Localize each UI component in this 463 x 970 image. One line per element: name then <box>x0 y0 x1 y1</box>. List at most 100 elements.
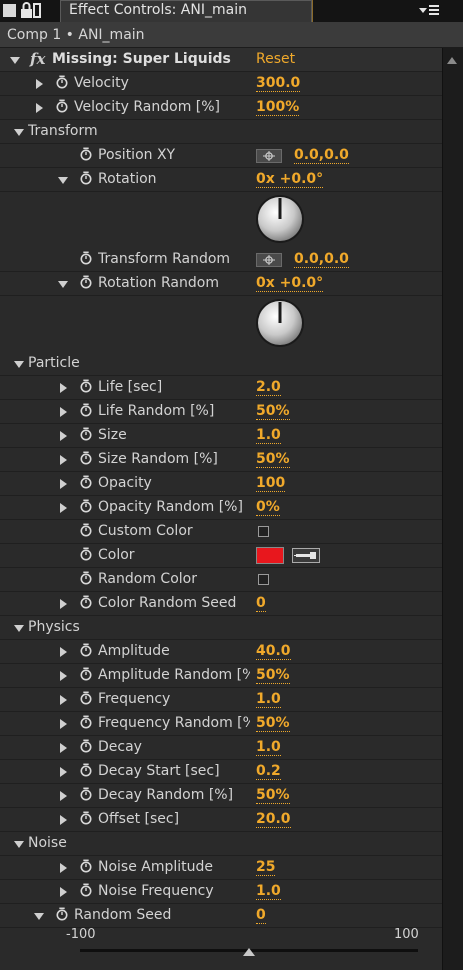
property-row-decay-random[interactable]: Decay Random [%] 50% <box>0 784 442 808</box>
stopwatch-icon[interactable] <box>78 643 94 659</box>
property-value[interactable]: 40.0 <box>256 643 291 660</box>
expand-triangle-icon[interactable] <box>34 79 44 89</box>
property-row-offset-sec[interactable]: Offset [sec] 20.0 <box>0 808 442 832</box>
property-value[interactable]: 0% <box>256 499 280 516</box>
group-expand-triangle-icon[interactable] <box>14 359 24 369</box>
stopwatch-icon[interactable] <box>78 451 94 467</box>
property-row-color-random-seed[interactable]: Color Random Seed 0 <box>0 592 442 616</box>
expand-triangle-icon[interactable] <box>58 455 68 465</box>
expand-triangle-icon[interactable] <box>58 479 68 489</box>
expand-triangle-icon[interactable] <box>58 599 68 609</box>
expand-triangle-icon[interactable] <box>58 791 68 801</box>
property-value[interactable]: 0 <box>256 595 266 612</box>
stopwatch-icon[interactable] <box>78 715 94 731</box>
property-row-opacity-random[interactable]: Opacity Random [%] 0% <box>0 496 442 520</box>
group-row-physics[interactable]: Physics <box>0 616 442 640</box>
property-value[interactable]: 50% <box>256 403 290 420</box>
checkbox[interactable] <box>258 574 269 585</box>
property-value[interactable]: 0x +0.0° <box>256 275 324 292</box>
stopwatch-icon[interactable] <box>78 811 94 827</box>
property-value[interactable]: 0 <box>256 907 266 924</box>
stopwatch-icon[interactable] <box>78 171 94 187</box>
group-expand-triangle-icon[interactable] <box>14 839 24 849</box>
property-row-size[interactable]: Size 1.0 <box>0 424 442 448</box>
property-value[interactable]: 50% <box>256 667 290 684</box>
angle-dial-knob[interactable] <box>253 296 307 350</box>
property-row-life-random[interactable]: Life Random [%] 50% <box>0 400 442 424</box>
expand-triangle-icon[interactable] <box>58 647 68 657</box>
expand-triangle-icon[interactable] <box>58 407 68 417</box>
stopwatch-icon[interactable] <box>54 99 70 115</box>
slider-track[interactable] <box>80 944 438 958</box>
lock-icon[interactable] <box>20 1 42 19</box>
group-expand-triangle-icon[interactable] <box>14 127 24 137</box>
property-row-size-random[interactable]: Size Random [%] 50% <box>0 448 442 472</box>
eyedropper-button[interactable] <box>292 548 320 563</box>
property-row-random-color[interactable]: Random Color <box>0 568 442 592</box>
property-row-random-seed[interactable]: Random Seed 0 <box>0 904 442 928</box>
group-row-transform[interactable]: Transform <box>0 120 442 144</box>
property-value[interactable]: 0x +0.0° <box>256 171 324 188</box>
color-swatch[interactable] <box>256 547 284 564</box>
property-row-amplitude-random[interactable]: Amplitude Random [%] 50% <box>0 664 442 688</box>
property-value[interactable]: 300.0 <box>256 75 301 92</box>
stopwatch-icon[interactable] <box>54 907 70 923</box>
expand-triangle-icon[interactable] <box>58 383 68 393</box>
property-row-color[interactable]: Color <box>0 544 442 568</box>
property-value[interactable]: 50% <box>256 715 290 732</box>
point-target-button[interactable] <box>256 253 282 267</box>
panel-close-box-icon[interactable] <box>2 2 18 18</box>
expand-triangle-icon[interactable] <box>58 671 68 681</box>
stopwatch-icon[interactable] <box>78 763 94 779</box>
property-row-custom-color[interactable]: Custom Color <box>0 520 442 544</box>
stopwatch-icon[interactable] <box>78 691 94 707</box>
property-row-rotation-random[interactable]: Rotation Random 0x +0.0° <box>0 272 442 296</box>
expand-triangle-icon[interactable] <box>58 695 68 705</box>
property-value[interactable]: 50% <box>256 451 290 468</box>
property-value[interactable]: 1.0 <box>256 427 281 444</box>
property-row-frequency-random[interactable]: Frequency Random [%] 50% <box>0 712 442 736</box>
checkbox[interactable] <box>258 526 269 537</box>
property-value[interactable]: 50% <box>256 787 290 804</box>
property-value[interactable]: 100% <box>256 99 300 116</box>
point-value[interactable]: 0.0,0.0 <box>294 251 349 268</box>
property-value[interactable]: 20.0 <box>256 811 291 828</box>
stopwatch-icon[interactable] <box>78 595 94 611</box>
point-target-button[interactable] <box>256 149 282 163</box>
property-value[interactable]: 1.0 <box>256 691 281 708</box>
property-row-velocity-random[interactable]: Velocity Random [%] 100% <box>0 96 442 120</box>
group-row-particle[interactable]: Particle <box>0 352 442 376</box>
property-value[interactable]: 100 <box>256 475 286 492</box>
angle-dial-knob[interactable] <box>253 192 307 246</box>
expand-triangle-icon[interactable] <box>58 431 68 441</box>
stopwatch-icon[interactable] <box>78 275 94 291</box>
group-expand-triangle-icon[interactable] <box>14 623 24 633</box>
stopwatch-icon[interactable] <box>78 739 94 755</box>
stopwatch-icon[interactable] <box>78 251 94 267</box>
effect-header-row[interactable]: fx Missing: Super Liquids Reset <box>0 48 442 72</box>
property-row-amplitude[interactable]: Amplitude 40.0 <box>0 640 442 664</box>
stopwatch-icon[interactable] <box>78 499 94 515</box>
expand-triangle-icon[interactable] <box>58 767 68 777</box>
property-row-noise-amplitude[interactable]: Noise Amplitude 25 <box>0 856 442 880</box>
property-row-decay-start-sec[interactable]: Decay Start [sec] 0.2 <box>0 760 442 784</box>
expand-triangle-icon[interactable] <box>58 863 68 873</box>
property-row-velocity[interactable]: Velocity 300.0 <box>0 72 442 96</box>
property-value[interactable]: 1.0 <box>256 883 281 900</box>
property-row-noise-frequency[interactable]: Noise Frequency 1.0 <box>0 880 442 904</box>
property-row-life-sec[interactable]: Life [sec] 2.0 <box>0 376 442 400</box>
stopwatch-icon[interactable] <box>78 427 94 443</box>
property-row-position-xy[interactable]: Position XY 0.0,0.0 <box>0 144 442 168</box>
collapse-triangle-icon[interactable] <box>34 911 44 921</box>
expand-triangle-icon[interactable] <box>58 815 68 825</box>
tab-effect-controls[interactable]: Effect Controls: ANI_main <box>60 0 346 22</box>
stopwatch-icon[interactable] <box>78 523 94 539</box>
panel-menu-icon[interactable] <box>418 2 440 20</box>
point-value[interactable]: 0.0,0.0 <box>294 147 349 164</box>
stopwatch-icon[interactable] <box>78 147 94 163</box>
stopwatch-icon[interactable] <box>78 883 94 899</box>
property-row-frequency[interactable]: Frequency 1.0 <box>0 688 442 712</box>
stopwatch-icon[interactable] <box>78 571 94 587</box>
vertical-scrollbar[interactable] <box>442 48 463 970</box>
stopwatch-icon[interactable] <box>78 403 94 419</box>
